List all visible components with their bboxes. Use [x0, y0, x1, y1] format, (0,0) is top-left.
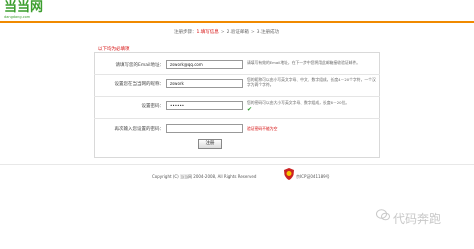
wechat-icon	[376, 209, 390, 222]
step-verify-email: 2.验证邮箱	[226, 30, 249, 35]
icp-license-link[interactable]: 京ICP证041189号	[296, 174, 330, 180]
email-row: 请填写您的Email地址： 请填写有效的Email地址，在下一步中您将用此邮箱接…	[94, 56, 380, 76]
email-label: 请填写您的Email地址：	[115, 63, 164, 68]
password-row: 设置密码： 您的密码可以由大小写英文字母、数字组成，长度6－20位。 ✔	[94, 96, 380, 116]
header-divider	[0, 21, 474, 23]
logo-domain-text: dangdang.com	[4, 15, 31, 19]
step-fill-info: 1.填写信息	[196, 30, 219, 35]
nickname-hint: 您的昵称可以由小写英文字母、中文、数字组成，长度4－20个字符，一个汉字为两个字…	[247, 77, 376, 87]
step-success: 3.注册成功	[256, 30, 279, 35]
step-separator: >	[220, 30, 225, 35]
password-hint: 您的密码可以由大小写英文字母、数字组成，长度6－20位。	[247, 100, 350, 105]
watermark-text: 代码奔跑	[393, 212, 442, 226]
register-button[interactable]: 注册	[198, 139, 222, 149]
steps-prefix: 注册步骤：	[174, 30, 197, 35]
nickname-row: 设置您在当当网的昵称： 您的昵称可以由小写英文字母、中文、数字组成，长度4－20…	[94, 74, 380, 94]
confirm-password-error: 验证密码不能为空	[247, 126, 278, 131]
email-input[interactable]	[166, 60, 243, 69]
confirm-password-row: 再次输入您设置的密码： 验证密码不能为空	[94, 118, 380, 138]
confirm-password-input[interactable]	[166, 124, 243, 133]
dangdang-logo[interactable]: 当当网	[4, 1, 43, 15]
password-input[interactable]	[166, 101, 243, 110]
police-badge-icon[interactable]	[284, 168, 294, 181]
confirm-password-label: 再次输入您设置的密码：	[114, 127, 165, 132]
password-valid-check-icon: ✔	[247, 106, 253, 113]
step-separator: >	[250, 30, 255, 35]
password-label: 设置密码：	[141, 104, 165, 109]
nickname-label: 设置您在当当网的昵称：	[114, 82, 165, 87]
footer-divider	[0, 164, 474, 165]
copyright-text: Copyright (C) 当当网 2004-2008, All Rights …	[152, 174, 257, 179]
nickname-input[interactable]	[166, 79, 243, 88]
registration-steps: 注册步骤：1.填写信息 >2.验证邮箱 >3.注册成功	[174, 30, 279, 36]
email-hint: 请填写有效的Email地址，在下一步中您将用此邮箱接收验证邮件。	[247, 60, 361, 65]
